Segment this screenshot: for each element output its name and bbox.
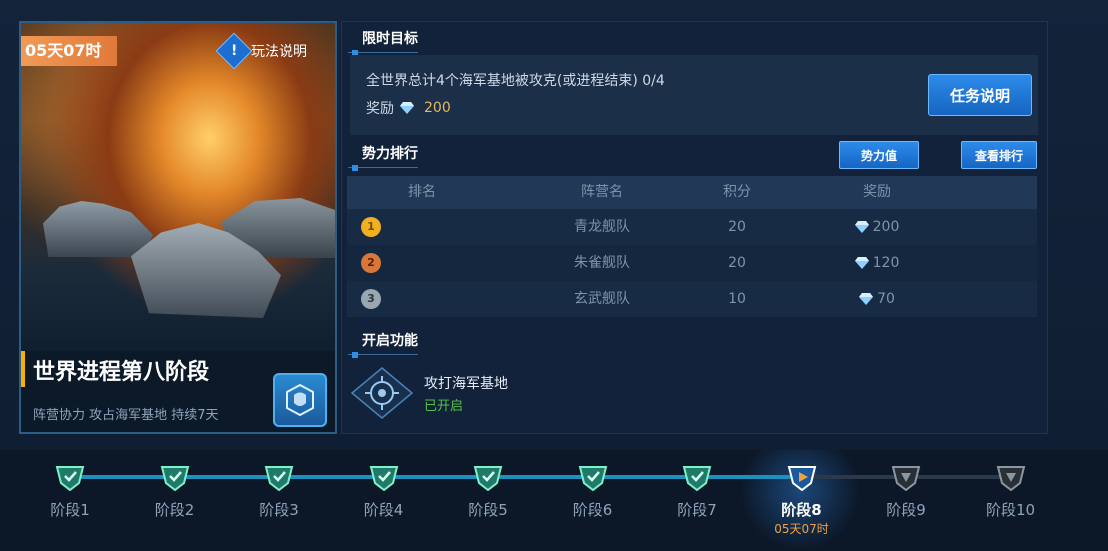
timeline-stage-1[interactable]: 阶段1	[30, 463, 110, 520]
faction-score: 10	[728, 291, 746, 307]
ranking-table-header: 排名 阵营名 积分 奖励	[347, 176, 1037, 209]
current-stage-timer: 05天07时	[774, 522, 829, 536]
diamond-icon	[854, 257, 869, 269]
bronze-medal-icon: 2	[361, 253, 381, 273]
faction-name: 朱雀舰队	[574, 255, 630, 271]
timeline-stage-label: 阶段7	[677, 501, 717, 519]
warship-image	[43, 201, 153, 257]
timeline-stage-3[interactable]: 阶段3	[239, 463, 319, 520]
goal-box: 全世界总计4个海军基地被攻克(或进程结束) 0/4 奖励 200 任务说明	[350, 55, 1038, 135]
timeline-stage-label: 阶段8	[781, 501, 822, 519]
faction-score: 20	[728, 219, 746, 235]
feature-item[interactable]: 攻打海军基地 已开启	[350, 366, 508, 420]
check-badge-icon	[160, 466, 189, 492]
header-score: 积分	[723, 184, 751, 200]
stage-detail-panel: 限时目标 全世界总计4个海军基地被攻克(或进程结束) 0/4 奖励 200 任务…	[341, 21, 1048, 434]
goal-reward: 奖励 200	[366, 98, 451, 118]
timeline-stage-label: 阶段9	[886, 501, 926, 519]
timeline-stage-5[interactable]: 阶段5	[448, 463, 528, 520]
faction-emblem-icon[interactable]	[273, 373, 327, 427]
timeline-stage-label: 阶段10	[985, 501, 1036, 519]
play-badge-icon	[787, 466, 816, 492]
timeline-stage-9[interactable]: 阶段9	[866, 463, 946, 520]
goal-reward-label: 奖励	[366, 101, 394, 117]
faction-reward: 70	[842, 281, 912, 317]
silver-medal-icon: 3	[361, 289, 381, 309]
diamond-icon	[400, 102, 414, 114]
power-value-button[interactable]: 势力值	[839, 141, 919, 169]
check-badge-icon	[55, 466, 85, 492]
check-badge-icon	[473, 466, 503, 492]
locked-badge-icon	[996, 466, 1025, 492]
timeline-stage-10[interactable]: 阶段10	[971, 463, 1051, 520]
feature-name: 攻打海军基地	[424, 375, 508, 392]
faction-score: 20	[728, 255, 746, 271]
header-faction: 阵营名	[581, 184, 623, 200]
timeline-stage-label: 阶段5	[468, 501, 508, 519]
check-badge-icon	[264, 466, 294, 492]
faction-reward-amount: 200	[872, 219, 900, 235]
task-description-button[interactable]: 任务说明	[928, 74, 1032, 116]
ranking-section-title: 势力排行	[348, 143, 418, 171]
faction-reward-amount: 70	[877, 291, 895, 307]
stage-timer-badge: 05天07时	[21, 36, 117, 66]
view-ranking-button[interactable]: 查看排行	[961, 141, 1037, 169]
stage-title: 世界进程第八阶段	[33, 360, 210, 385]
diamond-icon	[859, 293, 874, 305]
timeline-stage-label: 阶段2	[154, 501, 195, 519]
timeline-stage-label: 阶段1	[50, 501, 90, 519]
ranking-row: 1 青龙舰队 20 200	[347, 209, 1037, 245]
timeline-stage-8[interactable]: 阶段8 05天07时	[762, 463, 842, 537]
exclamation-icon: !	[215, 32, 253, 70]
crosshair-icon	[350, 366, 414, 420]
ranking-row: 3 玄武舰队 10 70	[347, 281, 1037, 317]
goal-section-title: 限时目标	[348, 28, 418, 56]
gameplay-help-button[interactable]: ! 玩法说明	[215, 32, 335, 70]
header-reward: 奖励	[863, 184, 891, 200]
title-accent-bar	[21, 351, 25, 387]
header-rank: 排名	[408, 184, 436, 200]
stage-artwork	[21, 23, 335, 351]
timeline-stage-6[interactable]: 阶段6	[553, 463, 633, 520]
timeline-stage-label: 阶段6	[572, 501, 613, 519]
check-badge-icon	[682, 466, 712, 492]
stage-subtitle: 阵营协力 攻占海军基地 持续7天	[33, 408, 219, 423]
timeline-stage-7[interactable]: 阶段7	[657, 463, 737, 520]
locked-badge-icon	[891, 466, 921, 492]
timeline-stage-label: 阶段3	[259, 501, 299, 519]
faction-reward: 120	[842, 245, 912, 281]
gold-medal-icon: 1	[361, 217, 381, 237]
feature-status: 已开启	[424, 398, 464, 414]
goal-reward-amount: 200	[424, 100, 451, 116]
timeline-stage-4[interactable]: 阶段4	[344, 463, 424, 520]
gameplay-help-label: 玩法说明	[251, 44, 307, 60]
stage-timeline: 阶段1 阶段2 阶段3 阶段4 阶段5 阶段6 阶段7 阶段8 05天07时 阶段9 阶段10	[0, 450, 1108, 551]
feature-section-title: 开启功能	[348, 330, 418, 358]
timeline-stage-2[interactable]: 阶段2	[135, 463, 215, 520]
faction-reward: 200	[842, 209, 912, 245]
screen: 05天07时 ! 玩法说明 世界进程第八阶段 阵营协力 攻占海军基地 持续7天 …	[0, 0, 1108, 551]
faction-reward-amount: 120	[872, 255, 900, 271]
stage-card: 05天07时 ! 玩法说明 世界进程第八阶段 阵营协力 攻占海军基地 持续7天	[19, 21, 337, 434]
timeline-stage-label: 阶段4	[363, 501, 404, 519]
goal-description: 全世界总计4个海军基地被攻克(或进程结束) 0/4	[366, 73, 665, 89]
check-badge-icon	[369, 466, 398, 492]
ranking-row: 2 朱雀舰队 20 120	[347, 245, 1037, 281]
check-badge-icon	[578, 466, 607, 492]
diamond-icon	[854, 221, 869, 233]
faction-name: 青龙舰队	[574, 219, 630, 235]
faction-name: 玄武舰队	[574, 291, 630, 307]
